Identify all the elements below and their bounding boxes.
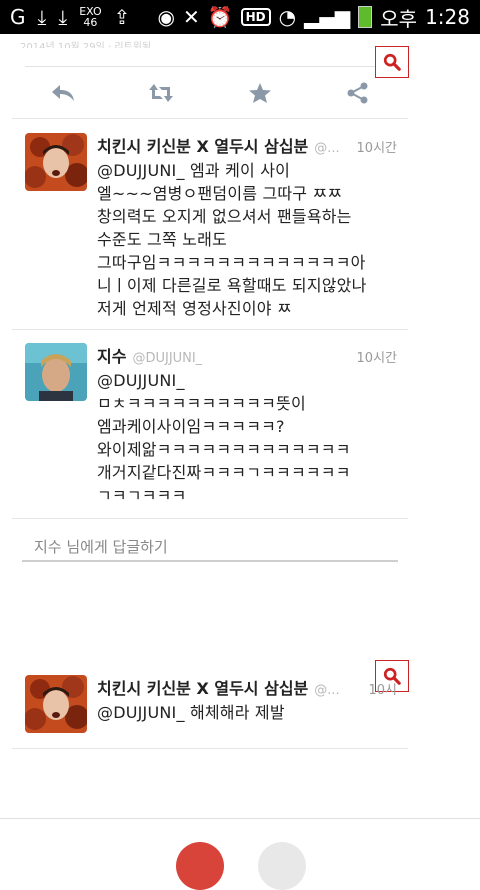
tweet-author-handle[interactable]: @...: [314, 141, 339, 156]
tweet-author-name[interactable]: 치킨시 키신분 X 열두시 삼십분: [97, 675, 308, 699]
eye-icon: ◉: [157, 5, 175, 29]
status-bar: G ⤓ ⤓ EXO 46 ⇪ ◉ ✕ ⏰ HD ◔ ▂▄▆ 오후 1:28: [0, 0, 480, 34]
tweet-action-bar: [25, 78, 405, 108]
tweet-text: @DUJJUNI_ ㅁㅊㅋㅋㅋㅋㅋㅋㅋㅋㅋㅋ뜻이 엠과케이사이임ㅋㅋㅋㅋㅋ? 와…: [97, 371, 351, 505]
tweet-author-handle[interactable]: @...: [314, 683, 339, 698]
reply-icon: [52, 85, 74, 101]
search-button[interactable]: [375, 46, 409, 78]
update-icon: ⇪: [113, 5, 131, 29]
compose-button[interactable]: [176, 842, 224, 890]
divider: [25, 66, 405, 67]
retweet-icon: [149, 84, 173, 102]
download-icon: ⤓: [37, 5, 47, 29]
avatar[interactable]: [25, 133, 87, 191]
tweet-author-name[interactable]: 지수: [97, 343, 126, 367]
divider: [0, 818, 480, 819]
divider: [12, 329, 408, 330]
clock: 1:28: [425, 5, 470, 29]
signal-icon: ▂▄▆: [304, 5, 351, 29]
tweet-author-name[interactable]: 치킨시 키신분 X 열두시 삼십분: [97, 133, 308, 157]
favorite-button[interactable]: [240, 78, 280, 108]
tweet-time: 10시간: [356, 141, 397, 156]
tweet-time: 10시: [368, 683, 397, 698]
battery-icon: [358, 6, 373, 28]
exo-notification: EXO 46: [79, 5, 102, 29]
alarm-icon: ⏰: [207, 5, 233, 29]
hd-badge: HD: [240, 8, 271, 26]
reply-placeholder: 지수 님에게 답글하기: [34, 538, 168, 556]
avatar[interactable]: [25, 343, 87, 401]
tweet-text: @DUJJUNI_ 엠과 케이 사이 엘~~~염병ㅇ팬덤이름 그따구 ㅉㅉ 창의…: [97, 161, 367, 318]
mute-icon: ✕: [182, 5, 200, 29]
truncated-meta: 2014년 10월 29일 · 리트윗됨: [20, 42, 152, 48]
app-notification-icon: G: [10, 5, 26, 29]
search-icon: [383, 53, 401, 71]
tweet-time: 10시간: [356, 351, 397, 366]
share-icon: [347, 82, 368, 104]
star-icon: [249, 83, 271, 103]
wifi-icon: ◔: [278, 5, 297, 29]
secondary-button[interactable]: [258, 842, 306, 890]
tweet-text: @DUJJUNI_ 해체해라 제발: [97, 703, 285, 722]
share-button[interactable]: [338, 78, 378, 108]
avatar[interactable]: [25, 675, 87, 733]
divider: [12, 748, 408, 749]
download-icon-2: ⤓: [58, 5, 68, 29]
divider: [12, 518, 408, 519]
carrier-time-prefix: 오후: [380, 6, 418, 31]
retweet-button[interactable]: [141, 78, 181, 108]
divider: [12, 118, 408, 119]
reply-button[interactable]: [43, 78, 83, 108]
reply-input[interactable]: 지수 님에게 답글하기: [22, 532, 398, 562]
tweet-author-handle[interactable]: @DUJJUNI_: [132, 351, 202, 366]
